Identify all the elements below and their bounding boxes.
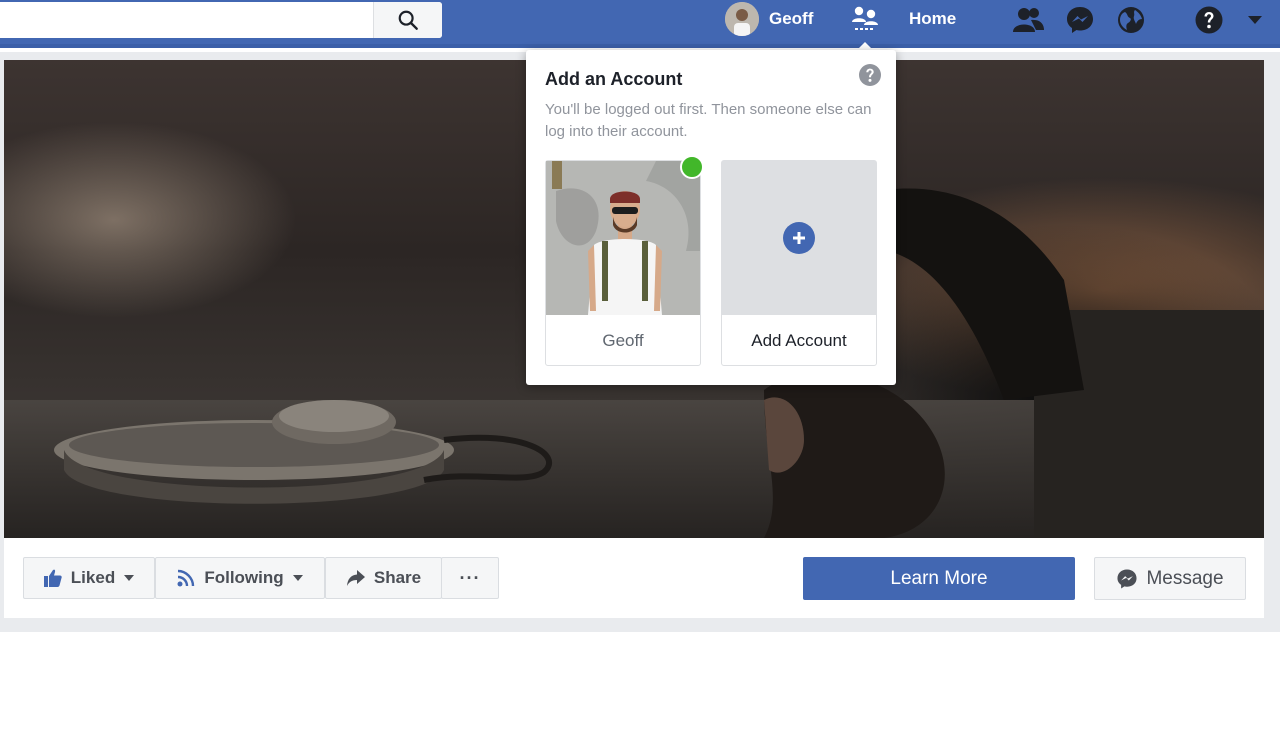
account-card-geoff[interactable]: Geoff: [545, 155, 704, 366]
search-icon: [398, 10, 418, 30]
share-arrow-icon: [346, 570, 365, 586]
popup-description: You'll be logged out first. Then someone…: [545, 101, 872, 140]
top-navigation-bar: Geoff Home: [0, 0, 1280, 48]
following-button[interactable]: Following: [155, 557, 325, 599]
plus-circle-icon: [783, 222, 815, 254]
friends-icon: [1013, 8, 1044, 32]
thumbs-up-icon: [43, 569, 62, 587]
add-account-popup: Add an Account You'll be logged out firs…: [526, 50, 896, 385]
chevron-down-icon: [124, 575, 135, 581]
messenger-button[interactable]: [1063, 3, 1097, 37]
account-switcher-button[interactable]: [847, 0, 883, 38]
more-options-button[interactable]: ···: [441, 557, 499, 599]
add-account-label: Add Account: [751, 331, 847, 350]
home-link[interactable]: Home: [909, 9, 956, 29]
profile-avatar[interactable]: [725, 2, 759, 36]
help-button[interactable]: [1192, 3, 1226, 37]
share-label: Share: [373, 568, 422, 587]
search-button[interactable]: [373, 2, 442, 38]
notifications-globe-icon: [1118, 7, 1144, 33]
help-icon: [1195, 6, 1223, 34]
chevron-down-icon: [292, 575, 303, 581]
message-button[interactable]: Message: [1094, 557, 1246, 600]
chevron-down-icon: [1248, 16, 1262, 24]
messenger-icon: [1067, 7, 1093, 33]
message-label: Message: [1146, 567, 1224, 589]
search-input[interactable]: [10, 8, 364, 34]
notifications-button[interactable]: [1114, 3, 1148, 37]
add-account-area: [722, 161, 876, 315]
online-status-dot: [680, 155, 704, 179]
search-box[interactable]: [0, 2, 442, 38]
popup-help-button[interactable]: [858, 63, 882, 87]
profile-name-link[interactable]: Geoff: [769, 9, 813, 29]
liked-label: Liked: [70, 568, 116, 587]
more-options-icon: ···: [459, 567, 481, 588]
account-photo: [546, 161, 700, 315]
share-button[interactable]: Share: [325, 557, 442, 599]
popup-title: Add an Account: [545, 69, 683, 89]
help-icon: [859, 64, 881, 86]
add-account-card[interactable]: Add Account: [721, 160, 877, 366]
liked-button[interactable]: Liked: [23, 557, 155, 599]
learn-more-button[interactable]: Learn More: [803, 557, 1075, 600]
account-switcher-icon: [852, 6, 878, 30]
learn-more-label: Learn More: [890, 567, 988, 589]
friend-requests-button[interactable]: [1011, 3, 1045, 37]
following-label: Following: [204, 568, 284, 587]
rss-follow-icon: [177, 569, 195, 587]
account-menu-button[interactable]: [1240, 3, 1270, 37]
messenger-icon: [1117, 568, 1137, 589]
account-name: Geoff: [602, 331, 644, 350]
